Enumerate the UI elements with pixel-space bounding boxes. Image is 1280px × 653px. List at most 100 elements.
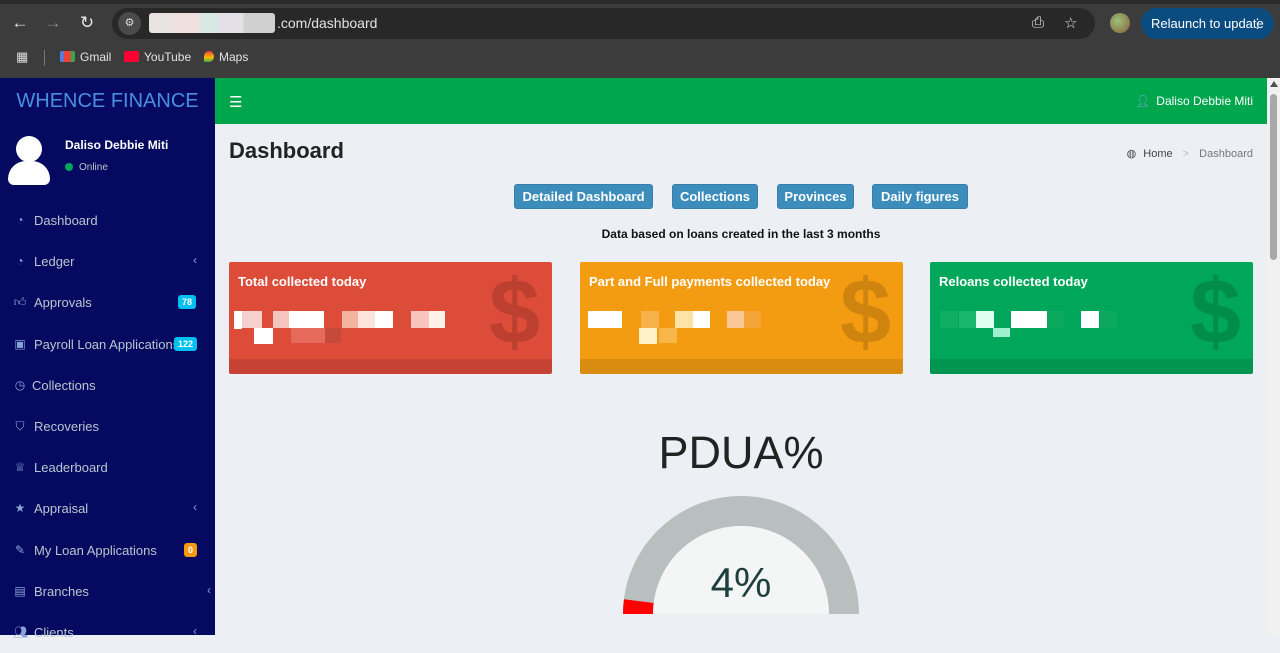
redacted-value (585, 311, 800, 344)
relaunch-button[interactable]: Relaunch to update ⋮ (1141, 8, 1274, 39)
sidebar-item-appraisal[interactable]: ★ Appraisal ‹ (0, 488, 215, 529)
user-status-label: Online (79, 162, 108, 173)
reload-icon[interactable]: ↻ (76, 12, 98, 34)
sidebar-item-label: Approvals (34, 295, 92, 311)
apps-grid-icon[interactable]: ▦ (16, 50, 30, 64)
breadcrumb: ◍ Home > Dashboard (1127, 147, 1253, 160)
bookmark-label: Maps (219, 50, 249, 64)
sidebar-item-ledger[interactable]: ◔ Ledger ‹ (0, 241, 215, 282)
dashboard-links: Detailed Dashboard Collections Provinces… (215, 184, 1267, 209)
payroll-count-badge: 122 (174, 336, 198, 351)
ledger-icon: ◔ (16, 254, 24, 269)
sidebar-item-label: Branches (34, 583, 89, 599)
forward-icon[interactable]: → (42, 12, 64, 34)
pdua-value: 4% (710, 559, 772, 606)
bookmark-star-icon[interactable]: ☆ (1064, 14, 1077, 32)
sidebar-item-payroll-loan-applications[interactable]: ▣ Payroll Loan Applications 122 (0, 324, 215, 365)
menu-toggle-icon[interactable]: ☰ (229, 93, 242, 111)
more-menu-icon[interactable]: ⋮ (1251, 8, 1264, 39)
box-title: Reloans collected today (939, 274, 1088, 289)
sidebar-item-clients[interactable]: 👥︎ Clients ‹ (0, 612, 215, 653)
provinces-button[interactable]: Provinces (777, 184, 854, 209)
navbar-user-name: Daliso Debbie Miti (1156, 94, 1253, 108)
trophy-icon: ♕ (14, 460, 26, 475)
scroll-up-arrow-icon[interactable] (1270, 81, 1278, 87)
browser-chrome: ← → ↻ ⚙ .com/dashboard ⎙ ☆ Relaunch to u… (0, 0, 1280, 78)
maps-icon (204, 51, 214, 62)
breadcrumb-separator: > (1182, 148, 1190, 160)
bookmark-gmail[interactable]: Gmail (60, 50, 111, 64)
total-collected-box[interactable]: Total collected today $ (229, 262, 552, 374)
bookmark-youtube[interactable]: YouTube (124, 50, 191, 64)
redacted-value (935, 311, 1150, 344)
page-scrollbar[interactable] (1267, 78, 1280, 635)
user-panel: Daliso Debbie Miti Online (0, 124, 215, 200)
daily-figures-button[interactable]: Daily figures (872, 184, 968, 209)
sidebar-menu: ◔ Dashboard ◔ Ledger ‹ 👍︎ Approvals 78 ▣… (0, 200, 215, 653)
thumbs-up-icon: 👍︎ (13, 295, 27, 310)
top-navbar: ☰ 👤︎ Daliso Debbie Miti (215, 78, 1267, 124)
sidebar-item-recoveries[interactable]: ⛉ Recoveries (0, 406, 215, 447)
collections-button[interactable]: Collections (672, 184, 758, 209)
brand-logo[interactable]: WHENCE FINANCE (0, 78, 215, 124)
sidebar-item-branches[interactable]: ▤ Branches ‹ (0, 571, 215, 612)
chevron-left-icon: ‹ (193, 253, 197, 268)
breadcrumb-current: Dashboard (1199, 148, 1253, 160)
approvals-count-badge: 78 (178, 295, 197, 310)
sidebar-item-label: Clients (34, 624, 74, 640)
site-info-icon[interactable]: ⚙ (118, 12, 141, 35)
box-footer[interactable] (580, 359, 903, 374)
scroll-thumb[interactable] (1270, 94, 1277, 260)
chevron-left-icon: ‹ (193, 500, 197, 515)
sidebar-item-my-loan-applications[interactable]: ✎ My Loan Applications 0 (0, 530, 215, 571)
box-title: Total collected today (238, 274, 367, 289)
pencil-icon: ✎ (14, 542, 26, 557)
sidebar-item-label: Collections (32, 377, 96, 393)
branches-icon: ▤ (14, 583, 26, 598)
user-status: Online (65, 162, 108, 173)
dollar-icon: $ (1189, 262, 1241, 363)
reloans-collected-box[interactable]: Reloans collected today $ (930, 262, 1253, 374)
sidebar-item-approvals[interactable]: 👍︎ Approvals 78 (0, 282, 215, 323)
sidebar-item-label: Payroll Loan Applications (34, 336, 180, 352)
tab-strip (0, 0, 1280, 4)
user-name: Daliso Debbie Miti (65, 138, 169, 152)
box-footer[interactable] (930, 359, 1253, 374)
sidebar-item-label: Appraisal (34, 501, 89, 517)
sidebar-item-label: Dashboard (34, 213, 98, 228)
sidebar-item-leaderboard[interactable]: ♕ Leaderboard (0, 447, 215, 488)
profile-avatar[interactable] (1110, 13, 1130, 33)
sidebar-item-label: Ledger (34, 254, 75, 270)
chevron-left-icon: ‹ (193, 623, 197, 638)
sidebar: WHENCE FINANCE Daliso Debbie Miti Online… (0, 78, 215, 640)
breadcrumb-home[interactable]: Home (1143, 148, 1172, 160)
box-title: Part and Full payments collected today (589, 274, 831, 289)
page-title: Dashboard (229, 138, 344, 163)
gmail-icon (60, 51, 75, 62)
url-redacted (149, 13, 275, 33)
sidebar-item-collections[interactable]: ◷ Collections (0, 365, 215, 406)
back-icon[interactable]: ← (9, 12, 31, 34)
address-bar[interactable]: ⚙ .com/dashboard ⎙ ☆ (112, 8, 1095, 39)
bookmarks-bar: ▦ Gmail YouTube Maps (0, 48, 1280, 68)
pdua-title: PDUA% (658, 427, 824, 478)
relaunch-label: Relaunch to update (1151, 16, 1264, 31)
money-icon: ▣ (14, 336, 26, 351)
sidebar-item-dashboard[interactable]: ◔ Dashboard (0, 200, 215, 241)
redacted-value (234, 311, 449, 344)
sidebar-item-label: Leaderboard (34, 460, 108, 476)
install-app-icon[interactable]: ⎙ (1032, 14, 1044, 31)
user-avatar-icon (8, 136, 50, 186)
bookmark-label: YouTube (144, 50, 192, 64)
data-range-note: Data based on loans created in the last … (601, 227, 881, 241)
my-loans-count-badge: 0 (184, 542, 198, 557)
online-dot-icon (65, 163, 73, 171)
user-icon: 👤︎ (1135, 94, 1151, 108)
part-full-payments-box[interactable]: Part and Full payments collected today $ (580, 262, 903, 374)
dollar-icon: $ (488, 262, 540, 363)
detailed-dashboard-button[interactable]: Detailed Dashboard (514, 184, 653, 209)
star-icon: ★ (14, 501, 26, 516)
bookmark-maps[interactable]: Maps (204, 50, 248, 64)
box-footer[interactable] (229, 359, 552, 374)
navbar-user-menu[interactable]: 👤︎ Daliso Debbie Miti (1135, 94, 1253, 108)
